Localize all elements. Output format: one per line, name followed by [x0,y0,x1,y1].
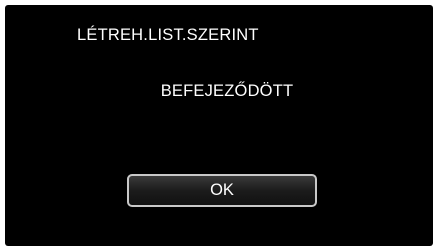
status-message: BEFEJEZŐDÖTT [160,82,294,100]
ok-button-label: OK [210,181,234,199]
dialog-screen: LÉTREH.LIST.SZERINT BEFEJEZŐDÖTT OK [5,5,433,246]
screen-title: LÉTREH.LIST.SZERINT [77,26,259,44]
ok-button[interactable]: OK [127,174,317,207]
